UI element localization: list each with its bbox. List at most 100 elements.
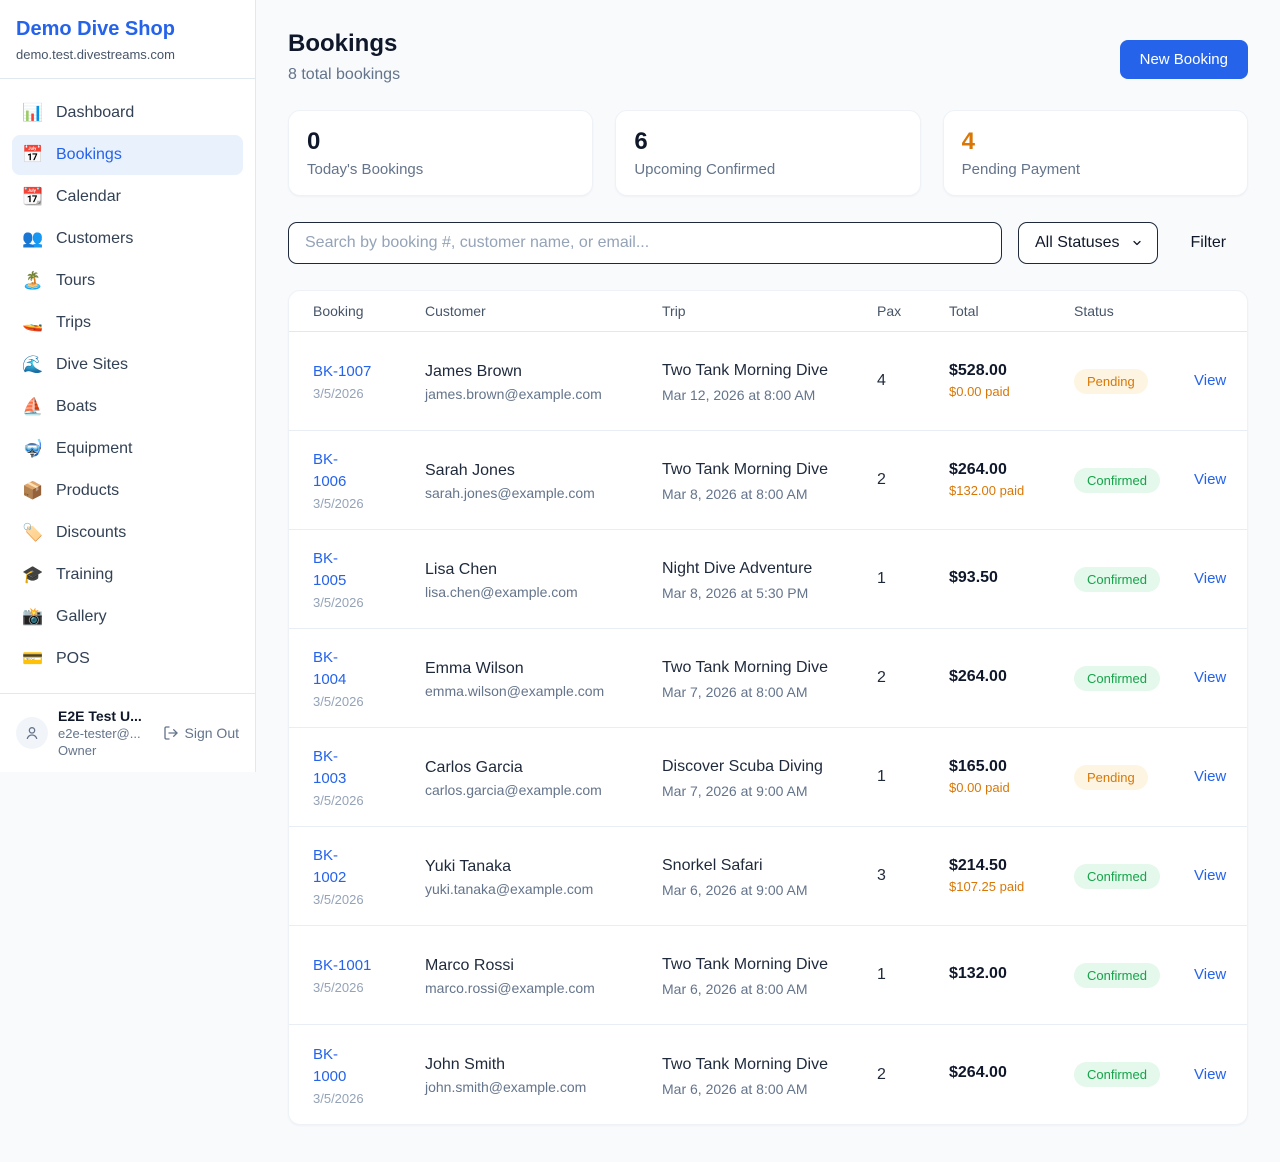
view-link[interactable]: View bbox=[1194, 570, 1226, 587]
stat-card-pending-payment: 4 Pending Payment bbox=[943, 110, 1248, 196]
customer-email: lisa.chen@example.com bbox=[425, 584, 662, 600]
sidebar-item-calendar[interactable]: 📆 Calendar bbox=[12, 177, 243, 217]
table-row: BK- 1000 3/5/2026 John Smith john.smith@… bbox=[289, 1025, 1247, 1124]
booking-id-link[interactable]: BK- 1005 bbox=[313, 548, 425, 592]
view-link[interactable]: View bbox=[1194, 471, 1226, 488]
status-badge: Confirmed bbox=[1074, 567, 1160, 592]
total-amount: $165.00 bbox=[949, 758, 1074, 776]
sidebar-user-section: E2E Test U... e2e-tester@... Owner Sign … bbox=[0, 693, 255, 772]
sidebar-item-equipment[interactable]: 🤿 Equipment bbox=[12, 429, 243, 469]
paid-amount: $0.00 paid bbox=[949, 383, 1029, 401]
sidebar-item-label: Bookings bbox=[56, 146, 122, 164]
sidebar-item-gallery[interactable]: 📸 Gallery bbox=[12, 597, 243, 637]
avatar bbox=[16, 717, 48, 749]
tag-icon: 🏷️ bbox=[22, 523, 42, 543]
column-header-pax: Pax bbox=[877, 303, 949, 319]
sidebar-item-label: Tours bbox=[56, 272, 95, 290]
total-cell: $264.00 bbox=[949, 668, 1074, 689]
status-badge: Confirmed bbox=[1074, 1062, 1160, 1087]
total-cell: $214.50 $107.25 paid bbox=[949, 857, 1074, 896]
new-booking-button[interactable]: New Booking bbox=[1120, 40, 1248, 79]
trip-cell: Snorkel Safari Mar 6, 2026 at 9:00 AM bbox=[662, 854, 877, 898]
trip-time: Mar 6, 2026 at 9:00 AM bbox=[662, 882, 877, 898]
trip-time: Mar 8, 2026 at 5:30 PM bbox=[662, 585, 877, 601]
chevron-down-icon bbox=[1131, 237, 1143, 249]
sign-out-button[interactable]: Sign Out bbox=[163, 725, 239, 741]
total-cell: $93.50 bbox=[949, 569, 1074, 590]
status-filter-select[interactable]: All Statuses bbox=[1018, 222, 1158, 264]
bookings-table: Booking Customer Trip Pax Total Status B… bbox=[288, 290, 1248, 1125]
stat-label: Pending Payment bbox=[962, 161, 1229, 178]
view-link[interactable]: View bbox=[1194, 768, 1226, 785]
actions-cell: View bbox=[1194, 867, 1226, 885]
customer-cell: Carlos Garcia carlos.garcia@example.com bbox=[425, 757, 662, 798]
view-link[interactable]: View bbox=[1194, 1066, 1226, 1083]
calendar-icon: 📆 bbox=[22, 187, 42, 207]
status-badge: Pending bbox=[1074, 369, 1148, 394]
booking-id-link[interactable]: BK- 1000 bbox=[313, 1044, 425, 1088]
page-title-block: Bookings 8 total bookings bbox=[288, 30, 400, 84]
booking-id-link[interactable]: BK- 1002 bbox=[313, 845, 425, 889]
customer-cell: James Brown james.brown@example.com bbox=[425, 361, 662, 402]
table-row: BK- 1004 3/5/2026 Emma Wilson emma.wilso… bbox=[289, 629, 1247, 728]
sidebar-item-customers[interactable]: 👥 Customers bbox=[12, 219, 243, 259]
stat-value: 4 bbox=[962, 128, 1229, 156]
pax-value: 4 bbox=[877, 372, 949, 390]
booking-date: 3/5/2026 bbox=[313, 892, 425, 907]
sidebar-item-boats[interactable]: ⛵ Boats bbox=[12, 387, 243, 427]
people-icon: 👥 bbox=[22, 229, 42, 249]
sidebar-item-bookings[interactable]: 📅 Bookings bbox=[12, 135, 243, 175]
sidebar-item-label: Equipment bbox=[56, 440, 133, 458]
status-badge: Confirmed bbox=[1074, 864, 1160, 889]
customer-cell: Sarah Jones sarah.jones@example.com bbox=[425, 460, 662, 501]
sidebar-item-tours[interactable]: 🏝️ Tours bbox=[12, 261, 243, 301]
status-badge: Confirmed bbox=[1074, 468, 1160, 493]
sidebar-item-trips[interactable]: 🚤 Trips bbox=[12, 303, 243, 343]
customer-name: Marco Rossi bbox=[425, 955, 662, 977]
customer-name: John Smith bbox=[425, 1054, 662, 1076]
filter-button[interactable]: Filter bbox=[1190, 234, 1226, 252]
trip-cell: Two Tank Morning Dive Mar 12, 2026 at 8:… bbox=[662, 359, 877, 403]
customer-email: john.smith@example.com bbox=[425, 1079, 662, 1095]
booking-id-link[interactable]: BK- 1003 bbox=[313, 746, 425, 790]
trip-name: Discover Scuba Diving bbox=[662, 755, 834, 779]
status-cell: Confirmed bbox=[1074, 666, 1194, 691]
booking-id-link[interactable]: BK- 1006 bbox=[313, 449, 425, 493]
sidebar-item-label: Training bbox=[56, 566, 113, 584]
sidebar-item-pos[interactable]: 💳 POS bbox=[12, 639, 243, 679]
page-title: Bookings bbox=[288, 30, 400, 58]
user-name: E2E Test U... bbox=[58, 708, 153, 724]
total-cell: $264.00 $132.00 paid bbox=[949, 461, 1074, 500]
view-link[interactable]: View bbox=[1194, 372, 1226, 389]
booking-cell: BK- 1000 3/5/2026 bbox=[313, 1044, 425, 1106]
sidebar-item-dashboard[interactable]: 📊 Dashboard bbox=[12, 93, 243, 133]
paid-amount: $132.00 paid bbox=[949, 482, 1029, 500]
trip-name: Night Dive Adventure bbox=[662, 557, 834, 581]
status-cell: Confirmed bbox=[1074, 864, 1194, 889]
trip-time: Mar 8, 2026 at 8:00 AM bbox=[662, 486, 877, 502]
status-cell: Pending bbox=[1074, 765, 1194, 790]
booking-id-link[interactable]: BK- 1004 bbox=[313, 647, 425, 691]
search-input[interactable] bbox=[288, 222, 1002, 264]
sidebar-item-discounts[interactable]: 🏷️ Discounts bbox=[12, 513, 243, 553]
actions-cell: View bbox=[1194, 669, 1226, 687]
view-link[interactable]: View bbox=[1194, 867, 1226, 884]
booking-id-link[interactable]: BK-1001 bbox=[313, 955, 425, 977]
total-amount: $132.00 bbox=[949, 965, 1074, 983]
customer-cell: Lisa Chen lisa.chen@example.com bbox=[425, 559, 662, 600]
trip-name: Two Tank Morning Dive bbox=[662, 458, 834, 482]
trip-name: Two Tank Morning Dive bbox=[662, 1053, 834, 1077]
shop-domain: demo.test.divestreams.com bbox=[16, 47, 239, 62]
sidebar-item-training[interactable]: 🎓 Training bbox=[12, 555, 243, 595]
table-row: BK-1007 3/5/2026 James Brown james.brown… bbox=[289, 332, 1247, 431]
sidebar-item-label: Dive Sites bbox=[56, 356, 128, 374]
page-subtitle: 8 total bookings bbox=[288, 66, 400, 84]
column-header-customer: Customer bbox=[425, 303, 662, 319]
view-link[interactable]: View bbox=[1194, 669, 1226, 686]
island-icon: 🏝️ bbox=[22, 271, 42, 291]
view-link[interactable]: View bbox=[1194, 966, 1226, 983]
booking-id-link[interactable]: BK-1007 bbox=[313, 361, 425, 383]
stat-value: 6 bbox=[634, 128, 901, 156]
sidebar-item-dive-sites[interactable]: 🌊 Dive Sites bbox=[12, 345, 243, 385]
sidebar-item-products[interactable]: 📦 Products bbox=[12, 471, 243, 511]
